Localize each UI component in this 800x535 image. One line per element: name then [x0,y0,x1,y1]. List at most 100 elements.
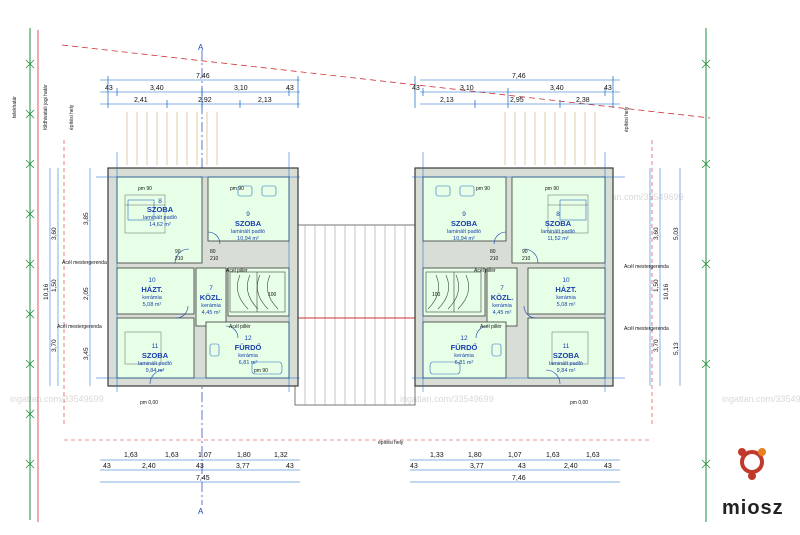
room-area: 6,81 m² [239,360,258,366]
room-area: 4,45 m² [202,310,221,316]
bottom-left-a1: 1,63 [124,452,138,459]
bottom-right-b1: 43 [410,463,418,470]
bottom-left-a2: 1,63 [165,452,179,459]
top-dimension-lines [100,76,620,108]
bottom-right-b4: 2,40 [564,463,578,470]
watermark-right: ingatlan.com/33549699 [722,394,800,404]
room-name: SZOBA [142,351,169,360]
bottom-right-a5: 1,63 [586,452,600,459]
left-total: 10,16 [43,283,50,300]
room-number: 7 [209,285,213,292]
room-area: 4,45 m² [493,310,512,316]
top-right-total: 7,46 [512,73,526,80]
room-name: KÖZL. [491,293,514,302]
room-name: KÖZL. [200,293,223,302]
watermark-center: ingatlan.com/33549699 [400,394,494,404]
room-floor: kerámia [142,295,163,301]
room-floor: kerámia [454,353,475,359]
lintel-note: Acél mestergerenda [57,324,102,330]
bottom-right-a3: 1,07 [508,452,522,459]
left-outer-1: 3,60 [51,227,58,240]
room-number: 9 [462,211,466,218]
right-outer-1: 3,60 [653,227,660,240]
middle-terrace [294,224,416,406]
room-number: 9 [246,211,250,218]
logo-icon [738,448,766,480]
stair-width: 100 [268,292,277,298]
room-name: SZOBA [147,205,174,214]
level-mark: pm 0,00 [140,400,158,406]
pillar-note: Acél pillér [229,324,251,330]
room-floor: laminált padló [231,229,265,235]
top-left-e2: 2,92 [198,97,212,104]
bottom-left-b4: 3,77 [236,463,250,470]
level-mark: pm 90 [230,186,244,192]
floor-plan-drawing: ingatlan.com/33549699 ingatlan.com/33549… [10,28,800,522]
room-floor: laminált padló [447,229,481,235]
right-total: 10,16 [663,283,670,300]
left-outer-3: 3,70 [51,339,58,352]
room-number: 11 [563,343,570,350]
boundary-note-2: földhivatali jogi határ [43,84,49,130]
room-area: 9,84 m² [146,368,165,374]
lintel-note: Acél mestergerenda [62,260,107,266]
bottom-right-b2: 3,77 [470,463,484,470]
room-area: 5,08 m² [143,302,162,308]
room-name: SZOBA [235,219,262,228]
room-number: 8 [556,211,560,218]
building-line-note-right: építési hely [624,106,630,132]
bottom-right-total: 7,46 [512,475,526,482]
bottom-dimension-lines [100,459,620,483]
top-right-d4: 43 [604,85,612,92]
door-width: 80 [490,249,496,255]
right-unit [412,152,625,392]
bottom-right-a1: 1,33 [430,452,444,459]
room-name: SZOBA [451,219,478,228]
room-area: 10,94 m² [237,236,259,242]
door-width: 80 [210,249,216,255]
room-area: 5,08 m² [557,302,576,308]
top-left-d4: 43 [286,85,294,92]
level-mark: pm 90 [138,186,152,192]
top-right-d3: 3,40 [550,85,564,92]
building-line-note-left: építési hely [69,104,75,130]
room-floor: laminált padló [549,361,583,367]
lintel-note: Acél mestergerenda [624,326,669,332]
left-inner-1: 3,85 [83,212,90,225]
room-area: 14,62 m² [149,222,171,228]
room-number: 8 [158,198,162,205]
room-name: SZOBA [553,351,580,360]
room-floor: laminált padló [541,229,575,235]
bottom-left-b2: 2,40 [142,463,156,470]
building-line-note-bottom: építési hely [378,440,404,446]
room-area: 9,84 m² [557,368,576,374]
level-mark: pm 90 [476,186,490,192]
bottom-right-b3: 43 [518,463,526,470]
room-name: SZOBA [545,219,572,228]
door-height: 210 [210,256,219,262]
right-outer-3: 3,70 [653,339,660,352]
room-number: 10 [562,277,570,284]
bottom-left-b1: 43 [103,463,111,470]
room-floor: laminált padló [138,361,172,367]
room-floor: laminált padló [143,215,177,221]
top-left-total: 7,46 [196,73,210,80]
bottom-left-b3: 43 [196,463,204,470]
right-inner-1: 5,03 [673,227,680,240]
bottom-right-a2: 1,80 [468,452,482,459]
top-left-d2: 3,40 [150,85,164,92]
section-mark-top: A [198,43,204,52]
logo-text: miosz [722,497,784,519]
room-floor: kerámia [238,353,259,359]
bottom-left-a5: 1,32 [274,452,288,459]
boundary-note-1: telekhatár [12,96,18,118]
room-name: FÜRDŐ [235,343,262,352]
watermark-left: ingatlan.com/33549699 [10,394,104,404]
left-outer-2: 1,50 [51,279,58,292]
room-number: 10 [148,277,156,284]
room-name: HÁZT. [555,285,576,294]
top-left-d1: 43 [105,85,113,92]
left-inner-3: 3,45 [83,347,90,360]
room-number: 12 [244,335,252,342]
pillar-note: Acél pillér [474,268,496,274]
